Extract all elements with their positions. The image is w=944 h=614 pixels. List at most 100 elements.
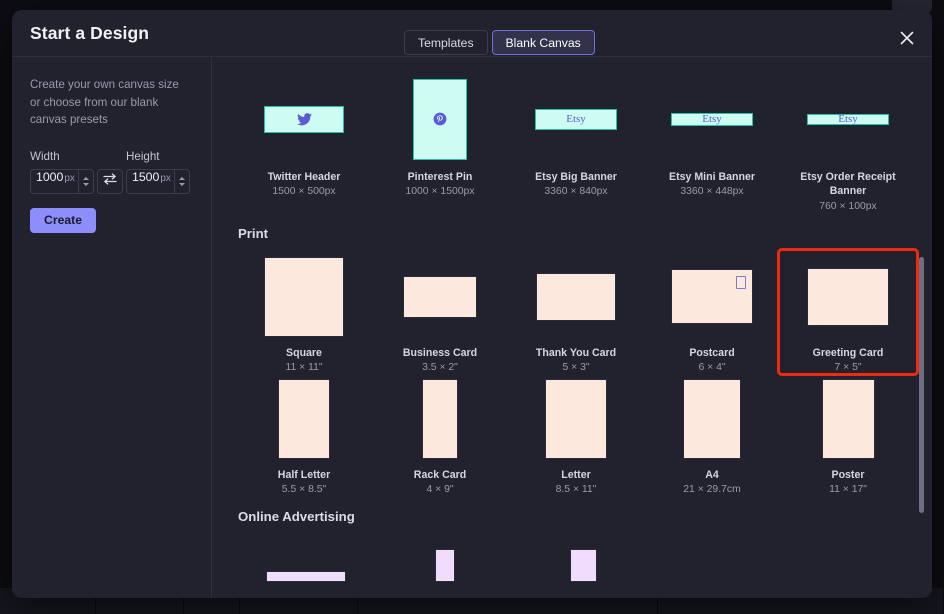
preset-thumbnail-area: Etsy	[780, 71, 916, 167]
preset-dimensions: 760 × 100px	[819, 200, 877, 212]
height-input[interactable]: 1500 px	[127, 170, 174, 193]
preset-name: Etsy Mini Banner	[669, 171, 755, 183]
preset-thumbnail	[278, 378, 330, 459]
preset-name: Rack Card	[413, 468, 467, 481]
preset-name: Greeting Card	[812, 346, 884, 359]
preset-etsy-mini-banner[interactable]: Etsy Etsy Mini Banner 3360 × 448px	[644, 71, 780, 212]
twitter-icon	[296, 112, 312, 126]
preset-poster[interactable]: Poster 11 × 17"	[780, 373, 916, 495]
preset-dimensions: 1500 × 500px	[272, 186, 336, 198]
preset-business-card[interactable]: Business Card 3.5 × 2"	[372, 251, 508, 373]
preset-etsy-big-banner[interactable]: Etsy Etsy Big Banner 3360 × 840px	[508, 71, 644, 212]
preset-thumbnail	[683, 378, 741, 459]
height-stepper[interactable]	[174, 169, 189, 193]
preset-item[interactable]	[375, 534, 514, 583]
presets-list: Twitter Header 1500 × 500px Pinterest Pin 1…	[212, 71, 932, 583]
width-stepper[interactable]	[78, 169, 93, 193]
preset-dimensions: 8.5 × 11"	[555, 484, 597, 496]
preset-thumbnail-area	[372, 373, 508, 465]
preset-dimensions: 3360 × 840px	[544, 186, 608, 198]
mode-tab-group: Templates Blank Canvas	[404, 30, 595, 55]
preset-thumbnail	[264, 105, 344, 133]
preset-thumbnail-area	[372, 251, 508, 343]
preset-thumbnail: Etsy	[671, 112, 753, 126]
preset-greeting-card[interactable]: Greeting Card 7 × 5"	[777, 247, 919, 376]
tab-templates[interactable]: Templates	[404, 30, 488, 55]
preset-dimensions: 3360 × 448px	[680, 186, 744, 198]
preset-thumbnail	[671, 269, 753, 325]
preset-name: Etsy Big Banner	[535, 171, 617, 183]
preset-thumbnail	[570, 549, 597, 583]
preset-pinterest-pin[interactable]: Pinterest Pin 1000 × 1500px	[372, 71, 508, 212]
tab-blank-canvas[interactable]: Blank Canvas	[491, 30, 595, 55]
preset-row: Square 11 × 11" Business Card 3.5 × 2" Thank…	[212, 247, 932, 376]
preset-thumbnail-area	[508, 373, 644, 465]
pinterest-icon	[433, 112, 447, 126]
preset-thumbnail-area	[236, 251, 372, 343]
preset-item[interactable]	[236, 534, 375, 583]
chevron-up-icon[interactable]	[179, 176, 185, 180]
page-title: Start a Design	[30, 23, 150, 43]
close-button[interactable]	[896, 27, 918, 49]
presets-scroll-area[interactable]: Twitter Header 1500 × 500px Pinterest Pin 1…	[212, 57, 932, 598]
preset-thumbnail-area	[372, 71, 508, 167]
preset-thumbnail-area	[644, 251, 780, 343]
preset-name: Postcard	[689, 346, 735, 359]
width-unit: px	[64, 172, 75, 184]
preset-row: Twitter Header 1500 × 500px Pinterest Pin 1…	[212, 71, 932, 212]
height-input-wrapper[interactable]: 1500 px	[126, 168, 190, 194]
chevron-down-icon[interactable]	[83, 182, 89, 186]
preset-thumbnail-area: Etsy	[508, 71, 644, 167]
preset-thumbnail	[807, 267, 889, 326]
preset-thumbnail-area	[514, 534, 653, 583]
preset-etsy-order-receipt-banner[interactable]: Etsy Etsy Order Receipt Banner 760 × 100px	[780, 71, 916, 212]
preset-name: Pinterest Pin	[407, 171, 473, 183]
swap-dimensions-button[interactable]	[97, 168, 123, 194]
preset-thumbnail	[413, 78, 467, 160]
width-input-wrapper[interactable]: 1000 px	[30, 168, 94, 194]
preset-dimensions: 1000 × 1500px	[405, 186, 475, 198]
etsy-wordmark-icon: Etsy	[702, 112, 722, 125]
preset-square[interactable]: Square 11 × 11"	[236, 251, 372, 373]
preset-half-letter[interactable]: Half Letter 5.5 × 8.5"	[236, 373, 372, 495]
preset-dimensions: 4 × 9"	[426, 484, 454, 496]
preset-thumbnail	[422, 378, 458, 459]
preset-letter[interactable]: Letter 8.5 × 11"	[508, 373, 644, 495]
preset-thumbnail	[821, 378, 875, 459]
preset-thumbnail-area	[508, 251, 644, 343]
preset-name: Business Card	[402, 346, 478, 359]
dimension-controls: Width 1000 px Height 1500 px	[30, 150, 195, 194]
preset-dimensions: 11 × 11"	[285, 361, 323, 373]
chevron-up-icon[interactable]	[83, 176, 89, 180]
width-control: Width 1000 px	[30, 150, 94, 194]
height-value: 1500	[132, 169, 160, 184]
preset-thumbnail	[434, 549, 455, 583]
preset-thumbnail-area	[375, 534, 514, 583]
dialog-header: Start a Design Templates Blank Canvas	[12, 10, 932, 57]
preset-thumbnail-area	[236, 534, 375, 583]
preset-postcard[interactable]: Postcard 6 × 4"	[644, 251, 780, 373]
preset-name: Twitter Header	[267, 171, 341, 183]
preset-thumbnail	[545, 378, 607, 459]
preset-thumbnail	[536, 272, 616, 321]
preset-thumbnail: Etsy	[807, 112, 889, 125]
preset-thumbnail-area	[644, 373, 780, 465]
preset-thank-you-card[interactable]: Thank You Card 5 × 3"	[508, 251, 644, 373]
preset-name: Square	[286, 346, 322, 359]
preset-thumbnail: Etsy	[535, 108, 617, 130]
etsy-wordmark-icon: Etsy	[838, 112, 858, 125]
panel-description: Create your own canvas size or choose fr…	[30, 78, 179, 127]
preset-row: Half Letter 5.5 × 8.5" Rack Card 4 × 9" Lett…	[212, 373, 932, 495]
create-button[interactable]: Create	[30, 207, 96, 233]
preset-rack-card[interactable]: Rack Card 4 × 9"	[372, 373, 508, 495]
width-input[interactable]: 1000 px	[31, 170, 78, 193]
preset-thumbnail	[403, 275, 477, 318]
preset-dimensions: 6 × 4"	[698, 361, 726, 373]
preset-dimensions: 3.5 × 2"	[422, 361, 458, 373]
preset-item[interactable]	[514, 534, 653, 583]
chevron-down-icon[interactable]	[179, 182, 185, 186]
presets-scrollbar-thumb[interactable]	[919, 257, 924, 513]
preset-twitter-header[interactable]: Twitter Header 1500 × 500px	[236, 71, 372, 212]
preset-a4[interactable]: A4 21 × 29.7cm	[644, 373, 780, 495]
preset-name: Poster	[831, 468, 865, 481]
